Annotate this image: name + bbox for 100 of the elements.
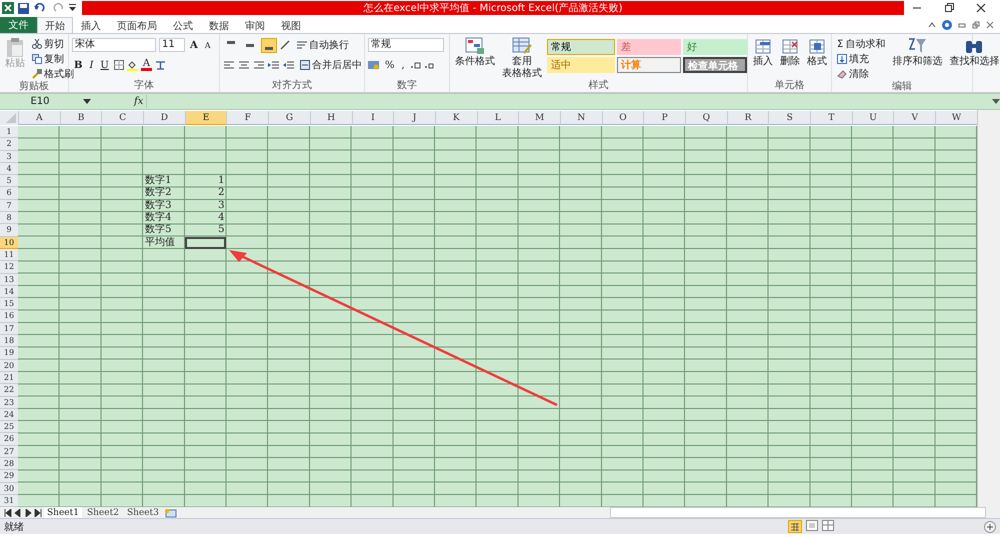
save-icon[interactable] <box>18 2 29 14</box>
function-label[interactable]: fx <box>134 96 144 107</box>
ribbon-tab[interactable]: 数据 <box>201 17 237 33</box>
row-header[interactable]: 11 <box>0 248 18 262</box>
wrap-text-button[interactable]: 自动换行 <box>295 38 351 52</box>
row-header[interactable]: 9 <box>0 224 18 237</box>
ribbon-tab[interactable]: 审阅 <box>237 17 273 33</box>
row-header[interactable]: 6 <box>0 187 18 200</box>
editing-action[interactable]: Σ 自动求和 <box>835 37 888 51</box>
ribbon-tab[interactable]: 插入 <box>73 17 109 33</box>
font-color-button[interactable]: A <box>140 59 152 71</box>
horizontal-scrollbar[interactable] <box>610 507 986 518</box>
orientation-icon[interactable] <box>280 40 292 50</box>
fill-color-icon[interactable] <box>126 60 138 70</box>
row-header[interactable]: 19 <box>0 347 18 360</box>
ribbon-tab[interactable]: 开始 <box>37 17 73 33</box>
row-header[interactable]: 15 <box>0 298 18 310</box>
row-header[interactable]: 1 <box>0 126 18 138</box>
column-header[interactable]: C <box>101 111 144 125</box>
row-header[interactable]: 20 <box>0 360 18 372</box>
column-header[interactable]: G <box>268 111 310 125</box>
editing-action[interactable]: 填充 <box>835 52 888 66</box>
column-header[interactable]: M <box>518 111 560 125</box>
column-header[interactable]: E <box>184 111 226 125</box>
indent-icon[interactable] <box>268 60 280 70</box>
new-sheet-icon[interactable] <box>164 508 178 518</box>
row-header[interactable]: 4 <box>0 162 18 176</box>
column-header[interactable]: A <box>18 111 60 125</box>
column-header[interactable]: T <box>810 111 852 125</box>
row-header[interactable]: 10 <box>0 236 18 249</box>
column-header[interactable]: L <box>476 111 518 125</box>
row-header[interactable]: 18 <box>0 335 18 348</box>
row-header[interactable]: 2 <box>0 138 18 151</box>
row-header[interactable]: 12 <box>0 261 18 274</box>
row-header[interactable]: 23 <box>0 396 18 409</box>
column-header[interactable]: V <box>893 111 936 125</box>
row-header[interactable]: 21 <box>0 372 18 384</box>
border-icon[interactable] <box>114 60 124 70</box>
column-header[interactable]: Q <box>685 111 727 125</box>
column-header[interactable]: S <box>768 111 810 125</box>
cell-style-swatch[interactable]: 常规 <box>547 39 615 55</box>
column-header[interactable]: J <box>393 111 435 125</box>
undo-icon[interactable] <box>33 3 47 13</box>
row-header[interactable]: 30 <box>0 482 18 495</box>
vertical-scrollbar[interactable] <box>977 110 1000 507</box>
ribbon-tab[interactable]: 页面布局 <box>109 17 165 33</box>
row-header[interactable]: 3 <box>0 150 18 163</box>
number-format-select[interactable]: 常规 <box>368 38 444 52</box>
column-header[interactable]: K <box>434 111 477 125</box>
conditional-format-button[interactable]: 条件格式 <box>453 37 497 67</box>
grow-font-button[interactable]: A <box>188 40 200 50</box>
row-header[interactable]: 7 <box>0 200 18 212</box>
file-tab[interactable]: 文件 <box>0 17 37 33</box>
currency-icon[interactable] <box>368 60 380 70</box>
sheet-nav-icon[interactable] <box>4 508 42 516</box>
row-header[interactable]: 17 <box>0 322 18 336</box>
help-icon[interactable] <box>942 20 952 30</box>
sheet-tab[interactable]: Sheet2 <box>84 507 122 518</box>
cell-style-swatch[interactable]: 好 <box>683 39 747 55</box>
row-header[interactable]: 26 <box>0 433 18 446</box>
column-header[interactable]: W <box>935 111 977 125</box>
shrink-font-button[interactable]: A <box>202 40 213 50</box>
dropdown-caret-icon[interactable] <box>83 98 91 104</box>
row-header[interactable]: 29 <box>0 470 18 483</box>
column-header[interactable]: U <box>852 111 894 125</box>
expand-caret-icon[interactable] <box>992 98 1000 104</box>
row-header[interactable]: 27 <box>0 446 18 458</box>
vertical-align-icon[interactable] <box>261 38 277 52</box>
row-header[interactable]: 8 <box>0 212 18 224</box>
phonetic-icon[interactable] <box>155 60 166 70</box>
font-size-select[interactable]: 11 <box>159 38 185 52</box>
row-header[interactable]: 22 <box>0 384 18 397</box>
cells-button[interactable]: 删除 <box>778 37 802 67</box>
align-icon[interactable] <box>223 60 235 70</box>
row-header[interactable]: 31 <box>0 494 18 508</box>
sheet-tab[interactable]: Sheet3 <box>124 507 162 518</box>
row-header[interactable]: 28 <box>0 458 18 470</box>
font-style-button[interactable]: U <box>98 60 111 70</box>
column-header[interactable]: R <box>726 111 768 125</box>
indent-icon[interactable] <box>283 60 295 70</box>
row-header[interactable]: 14 <box>0 286 18 298</box>
zoom-in-icon[interactable] <box>984 520 996 532</box>
align-icon[interactable] <box>238 60 250 70</box>
find-select-button[interactable]: 查找和选择 <box>947 37 1000 67</box>
percent-button[interactable]: % <box>383 60 397 70</box>
merge-center-button[interactable]: 合并后居中 <box>298 58 364 72</box>
align-icon[interactable] <box>253 60 265 70</box>
column-header[interactable]: B <box>60 111 102 125</box>
sheet-tab[interactable]: Sheet1 <box>44 507 82 518</box>
row-header[interactable]: 25 <box>0 421 18 434</box>
column-header[interactable]: F <box>226 111 268 125</box>
cells-button[interactable]: 格式 <box>805 37 829 67</box>
restore-icon[interactable] <box>944 3 954 13</box>
row-header[interactable]: 13 <box>0 274 18 286</box>
close-icon[interactable] <box>976 3 986 13</box>
format-as-table-button[interactable]: 套用 表格格式 <box>500 37 544 79</box>
font-style-button[interactable]: I <box>87 60 96 70</box>
minimize-ribbon-icon[interactable] <box>928 21 936 29</box>
name-box[interactable]: E10 <box>0 95 80 108</box>
column-header[interactable]: P <box>643 111 685 125</box>
